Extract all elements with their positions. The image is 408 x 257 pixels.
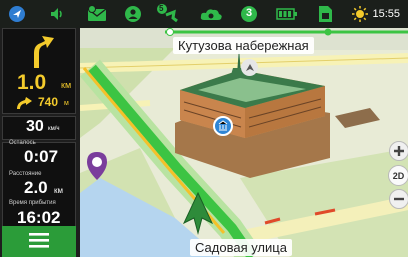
map-view[interactable]: Кутузова набережная Садовая улица 2D: [80, 28, 408, 257]
distance-value: 2.0: [24, 178, 48, 197]
volume-icon[interactable]: [48, 4, 66, 24]
back-arrow-icon[interactable]: [8, 4, 26, 24]
satellite-count: 5: [159, 4, 164, 13]
number-badge-icon[interactable]: 3: [240, 4, 258, 24]
left-info-panel: 1.0 км 740 м 30 км/ч Осталось 0:07 Расст…: [0, 28, 80, 257]
north-arrow-icon: [245, 63, 254, 71]
message-icon[interactable]: [86, 4, 108, 24]
navigation-app: 5 3 15:55 Кутузова набережная Садовая ул…: [0, 0, 408, 257]
menu-button[interactable]: [2, 226, 76, 257]
view-mode-button[interactable]: 2D: [388, 165, 408, 186]
bottom-street-label: Садовая улица: [190, 239, 292, 256]
traffic-cloud-icon[interactable]: [199, 4, 223, 24]
turn-distance-unit: км: [61, 80, 72, 90]
distance-unit: км: [54, 186, 63, 195]
arrival-time-value: 16:02: [17, 208, 61, 227]
satellite-icon[interactable]: 5: [156, 4, 182, 24]
zoom-out-button[interactable]: [389, 189, 408, 209]
status-bar: 5 3 15:55: [0, 0, 408, 28]
top-street-label: Кутузова набережная: [173, 37, 314, 54]
next-turn-distance-unit: м: [64, 100, 69, 107]
sun-icon: [351, 4, 369, 24]
zoom-in-button[interactable]: [389, 141, 408, 161]
poi-marker[interactable]: [212, 115, 234, 137]
remaining-time-value: 0:07: [24, 147, 59, 166]
distance-label: Расстояние: [9, 171, 42, 177]
turn-right-arrow-icon: [34, 36, 54, 68]
battery-icon: [276, 4, 298, 24]
plus-icon: [394, 146, 404, 156]
user-icon[interactable]: [124, 4, 142, 24]
clock-time: 15:55: [372, 8, 400, 20]
speed-value: 30: [26, 118, 44, 135]
next-turn-arrow-icon: [17, 97, 32, 109]
remaining-time-label: Осталось: [9, 140, 36, 146]
next-turn-distance: 740: [38, 95, 59, 109]
view-mode-label: 2D: [392, 170, 405, 181]
minus-icon: [394, 197, 404, 201]
sim-card-icon: [316, 4, 334, 24]
badge-count: 3: [246, 7, 253, 19]
speed-unit: км/ч: [48, 126, 60, 132]
compass-button[interactable]: [241, 59, 258, 76]
turn-distance: 1.0: [17, 71, 47, 94]
arrival-time-label: Время прибытия: [9, 200, 56, 206]
hamburger-menu-icon: [29, 233, 49, 248]
